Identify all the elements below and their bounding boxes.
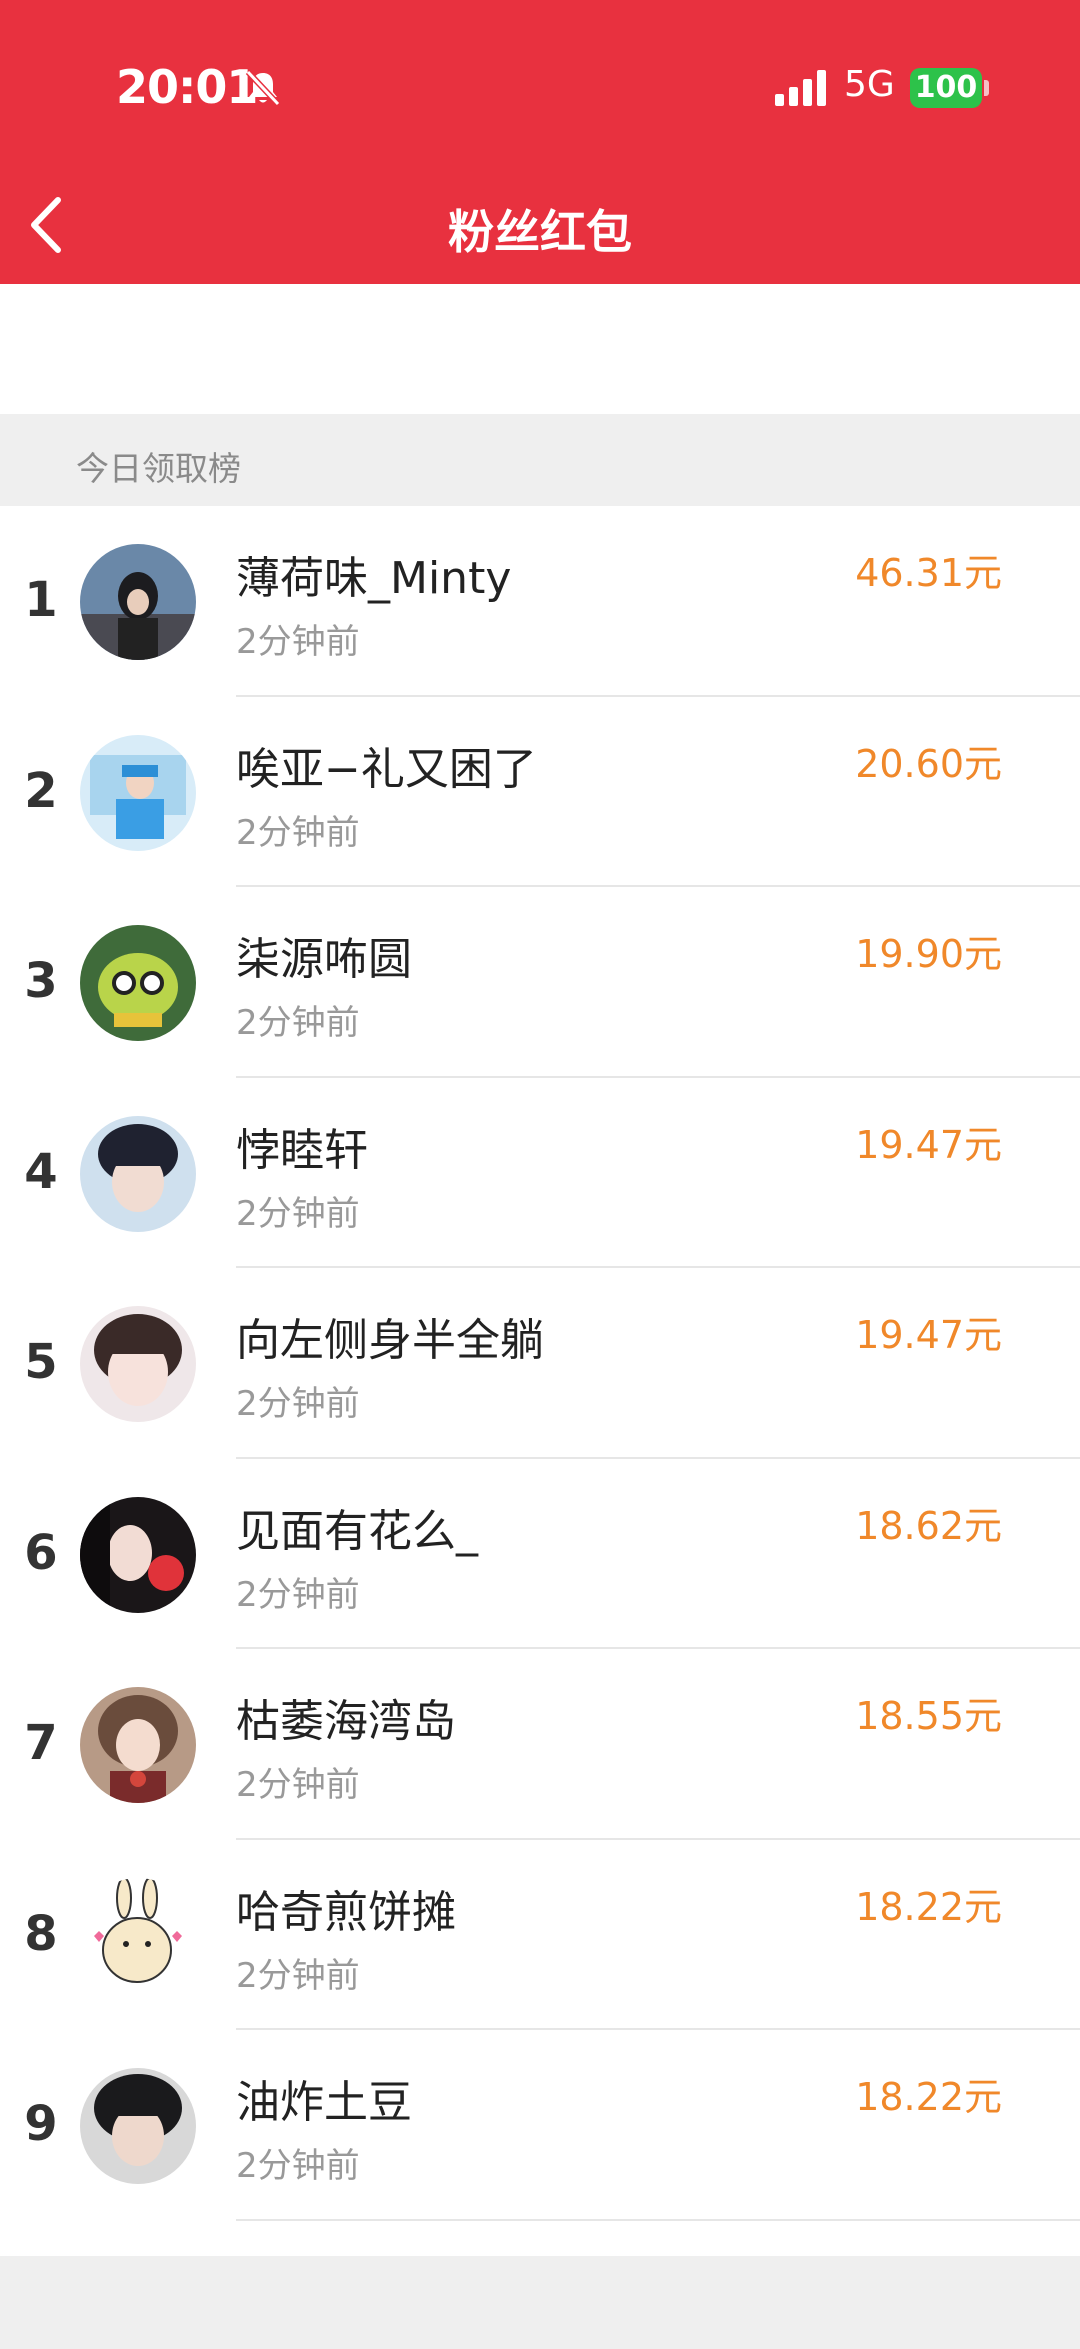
user-name[interactable]: 哈奇煎饼摊 xyxy=(236,1876,456,1940)
list-item[interactable]: 8 哈奇煎饼摊 2分钟前 18.22元 xyxy=(0,1840,1080,2030)
battery-tip xyxy=(984,80,989,96)
ranking-list: 1 薄荷味_Minty 2分钟前 46.31元 2 唉亚−礼又困了 2分钟前 2… xyxy=(0,506,1080,2221)
rank-number: 7 xyxy=(24,1715,58,1771)
footer-bar xyxy=(0,2256,1080,2349)
network-type: 5G xyxy=(844,64,895,105)
rank-number: 2 xyxy=(24,762,58,819)
avatar[interactable] xyxy=(80,925,196,1041)
claim-time: 2分钟前 xyxy=(236,1765,360,1805)
rank-number: 4 xyxy=(24,1143,58,1200)
rank-number: 1 xyxy=(24,572,58,628)
claim-time: 2分钟前 xyxy=(236,2146,360,2186)
list-item[interactable]: 3 柒源咘圆 2分钟前 19.90元 xyxy=(0,887,1080,1078)
list-item[interactable]: 4 悖睦轩 2分钟前 19.47元 xyxy=(0,1078,1080,1268)
user-name[interactable]: 枯萎海湾岛 xyxy=(236,1685,456,1749)
amount: 20.60元 xyxy=(855,741,1002,786)
app-header: 20:01 5G 100 粉丝红包 xyxy=(0,0,1080,284)
rank-number: 9 xyxy=(24,2096,58,2152)
amount: 18.62元 xyxy=(855,1503,1002,1548)
signal-icon xyxy=(775,70,826,106)
claim-time: 2分钟前 xyxy=(236,1384,360,1424)
rank-number: 8 xyxy=(24,1905,58,1962)
rank-number: 5 xyxy=(24,1334,58,1390)
rank-number: 3 xyxy=(24,953,58,1009)
amount: 18.22元 xyxy=(855,2075,1002,2119)
section-header: 今日领取榜 xyxy=(0,414,1080,506)
amount: 19.47元 xyxy=(855,1122,1002,1167)
list-item[interactable]: 5 向左侧身半全躺 2分钟前 19.47元 xyxy=(0,1268,1080,1459)
page-title: 粉丝红包 xyxy=(448,205,632,259)
claim-time: 2分钟前 xyxy=(236,1193,360,1234)
status-time: 20:01 xyxy=(116,60,258,114)
avatar[interactable] xyxy=(80,734,196,851)
claim-time: 2分钟前 xyxy=(236,622,360,662)
list-item[interactable]: 1 薄荷味_Minty 2分钟前 46.31元 xyxy=(0,506,1080,697)
avatar[interactable] xyxy=(80,2068,196,2184)
user-name[interactable]: 见面有花么_ xyxy=(236,1495,478,1559)
claim-time: 2分钟前 xyxy=(236,1574,360,1615)
user-name[interactable]: 唉亚−礼又困了 xyxy=(236,733,537,797)
amount: 46.31元 xyxy=(855,551,1002,595)
bell-muted-icon xyxy=(245,69,281,107)
amount: 19.90元 xyxy=(855,932,1002,976)
claim-time: 2分钟前 xyxy=(236,1955,360,1996)
list-item[interactable]: 6 见面有花么_ 2分钟前 18.62元 xyxy=(0,1459,1080,1649)
amount: 18.22元 xyxy=(855,1884,1002,1929)
amount: 19.47元 xyxy=(855,1313,1002,1357)
avatar[interactable] xyxy=(80,1687,196,1803)
amount: 18.55元 xyxy=(855,1694,1002,1738)
user-name[interactable]: 薄荷味_Minty xyxy=(236,542,511,606)
avatar[interactable] xyxy=(80,1115,196,1232)
avatar[interactable] xyxy=(80,544,196,660)
list-item[interactable]: 2 唉亚−礼又困了 2分钟前 20.60元 xyxy=(0,697,1080,887)
list-item[interactable]: 9 油炸土豆 2分钟前 18.22元 xyxy=(0,2030,1080,2221)
user-name[interactable]: 柒源咘圆 xyxy=(236,923,412,987)
battery-icon: 100 xyxy=(910,68,982,108)
avatar[interactable] xyxy=(80,1306,196,1422)
user-name[interactable]: 油炸土豆 xyxy=(236,2066,412,2130)
claim-time: 2分钟前 xyxy=(236,1003,360,1043)
user-name[interactable]: 向左侧身半全躺 xyxy=(236,1304,544,1368)
avatar[interactable] xyxy=(80,1496,196,1613)
divider xyxy=(236,2218,1080,2221)
list-item[interactable]: 7 枯萎海湾岛 2分钟前 18.55元 xyxy=(0,1649,1080,1840)
section-label: 今日领取榜 xyxy=(76,449,241,488)
rank-number: 6 xyxy=(24,1524,58,1581)
avatar[interactable] xyxy=(80,1877,196,1994)
user-name[interactable]: 悖睦轩 xyxy=(236,1114,368,1178)
claim-time: 2分钟前 xyxy=(236,812,360,853)
